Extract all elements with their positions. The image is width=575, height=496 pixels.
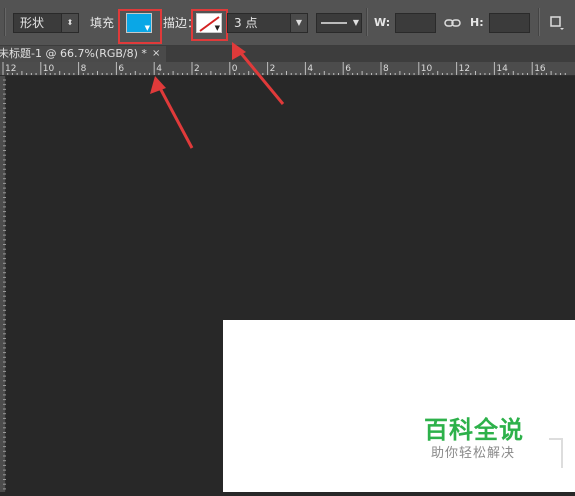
document-canvas-area[interactable] <box>223 320 575 492</box>
watermark-bracket <box>549 438 563 468</box>
arrow-head-icon <box>150 76 166 94</box>
watermark-title: 百科全说 <box>424 416 524 444</box>
watermark-subtitle: 助你轻松解决 <box>431 446 516 461</box>
